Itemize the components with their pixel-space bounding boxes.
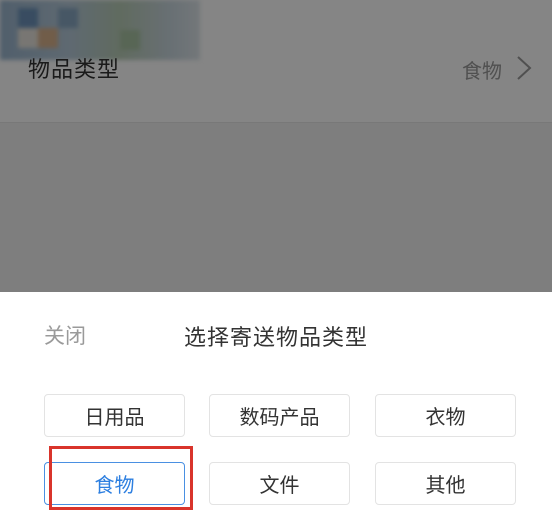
sheet-title: 选择寄送物品类型	[184, 326, 369, 351]
option-documents[interactable]: 文件	[209, 462, 350, 505]
close-button[interactable]: 关闭	[44, 320, 86, 350]
screen: 物品类型 食物 关闭 选择寄送物品类型 日用品 数码产品 衣物 食物 文件 其他	[0, 0, 552, 528]
option-digital-products[interactable]: 数码产品	[209, 394, 350, 437]
option-daily-goods[interactable]: 日用品	[44, 394, 185, 437]
option-other[interactable]: 其他	[375, 462, 516, 505]
option-clothing[interactable]: 衣物	[375, 394, 516, 437]
option-food[interactable]: 食物	[44, 462, 185, 505]
item-type-sheet: 关闭 选择寄送物品类型 日用品 数码产品 衣物 食物 文件 其他	[0, 292, 552, 528]
